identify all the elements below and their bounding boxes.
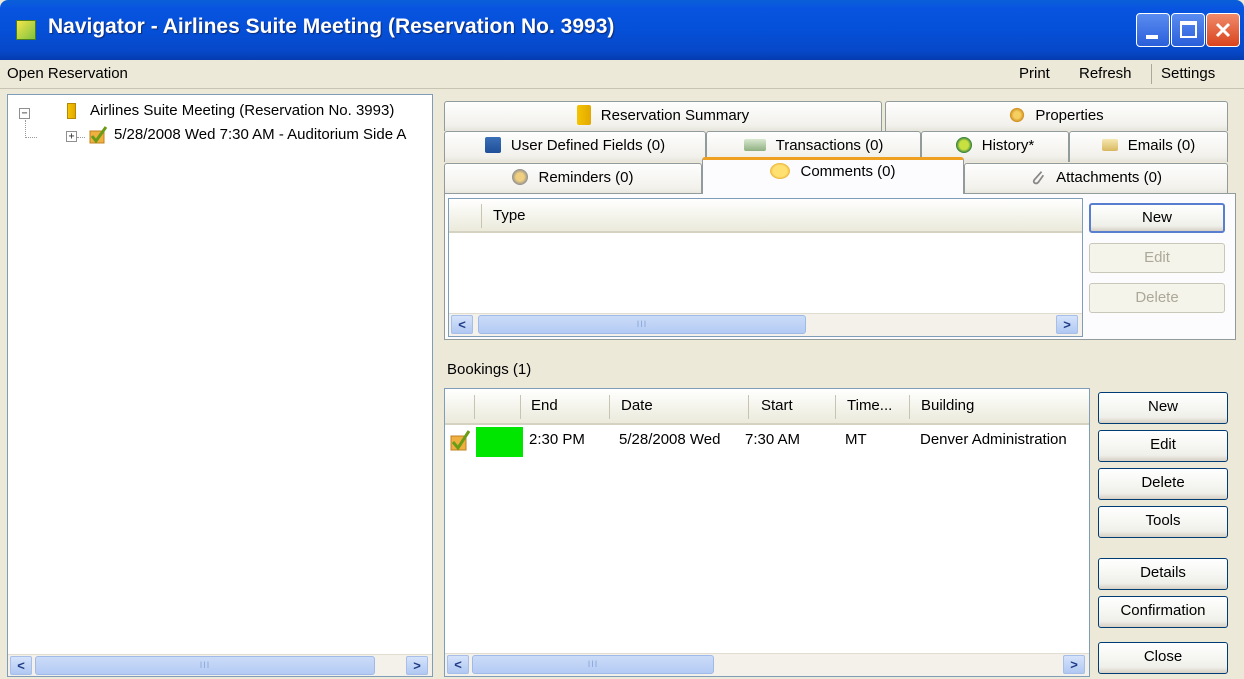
minimize-icon bbox=[1146, 35, 1158, 39]
maximize-button[interactable] bbox=[1171, 13, 1205, 47]
window-title: Navigator - Airlines Suite Meeting (Rese… bbox=[48, 15, 615, 38]
bookings-label: Bookings (1) bbox=[447, 361, 532, 378]
user-icon bbox=[484, 137, 501, 153]
status-color-swatch bbox=[476, 427, 523, 457]
scroll-right-arrow[interactable]: > bbox=[1056, 315, 1078, 334]
comment-delete-button[interactable]: Delete bbox=[1089, 283, 1225, 313]
scroll-right-arrow[interactable]: > bbox=[1063, 655, 1085, 674]
tab-label: Attachments (0) bbox=[1056, 169, 1162, 186]
tab-properties[interactable]: Properties bbox=[885, 101, 1228, 131]
tab-label: Comments (0) bbox=[800, 163, 896, 180]
column-header-building[interactable]: Building bbox=[921, 397, 974, 414]
tab-label: Reservation Summary bbox=[600, 107, 750, 124]
column-header-date[interactable]: Date bbox=[621, 397, 653, 414]
tab-comments[interactable]: Comments (0) bbox=[702, 157, 964, 194]
tree-booking-node[interactable]: 5/28/2008 Wed 7:30 AM - Auditorium Side … bbox=[114, 126, 432, 143]
scroll-thumb[interactable]: III bbox=[35, 656, 375, 675]
tab-reservation-summary[interactable]: Reservation Summary bbox=[444, 101, 882, 131]
menu-refresh[interactable]: Refresh bbox=[1079, 65, 1132, 82]
booking-details-button[interactable]: Details bbox=[1098, 558, 1228, 590]
maximize-icon bbox=[1180, 21, 1197, 38]
column-separator bbox=[474, 395, 475, 419]
folder-icon bbox=[576, 105, 591, 125]
column-header-start[interactable]: Start bbox=[761, 397, 793, 414]
gear-icon bbox=[1009, 107, 1026, 123]
booking-check-icon bbox=[89, 126, 108, 144]
booking-delete-button[interactable]: Delete bbox=[1098, 468, 1228, 500]
money-icon bbox=[743, 139, 766, 151]
close-window-button[interactable] bbox=[1206, 13, 1240, 47]
column-separator bbox=[520, 395, 521, 419]
column-separator bbox=[835, 395, 836, 419]
tab-label: User Defined Fields (0) bbox=[510, 137, 666, 154]
menu-print[interactable]: Print bbox=[1019, 65, 1050, 82]
comments-tab-panel: Type < III > New Edit Delete bbox=[444, 193, 1236, 340]
scroll-left-arrow[interactable]: < bbox=[451, 315, 473, 334]
cell-end: 2:30 PM bbox=[529, 431, 585, 448]
tab-label: Properties bbox=[1035, 107, 1104, 124]
column-header-timezone[interactable]: Time... bbox=[847, 397, 892, 414]
comment-new-button[interactable]: New bbox=[1089, 203, 1225, 233]
cell-date: 5/28/2008 Wed bbox=[619, 431, 721, 448]
tree-line bbox=[77, 137, 85, 138]
cell-start: 7:30 AM bbox=[745, 431, 801, 448]
tab-label: History* bbox=[981, 137, 1035, 154]
minimize-button[interactable] bbox=[1136, 13, 1170, 47]
table-row[interactable]: 2:30 PM 5/28/2008 Wed 7:30 AM MT Denver … bbox=[445, 427, 1089, 457]
booking-new-button[interactable]: New bbox=[1098, 392, 1228, 424]
column-separator bbox=[609, 395, 610, 419]
column-header-type[interactable]: Type bbox=[493, 207, 526, 224]
menu-settings[interactable]: Settings bbox=[1161, 65, 1215, 82]
tab-reminders[interactable]: Reminders (0) bbox=[444, 163, 702, 194]
close-icon bbox=[1215, 22, 1231, 38]
scroll-thumb[interactable]: III bbox=[472, 655, 714, 674]
history-icon bbox=[955, 137, 972, 153]
scroll-left-arrow[interactable]: < bbox=[447, 655, 469, 674]
reminder-icon bbox=[512, 169, 529, 185]
tree-horizontal-scrollbar[interactable]: < III > bbox=[8, 654, 432, 676]
scroll-left-arrow[interactable]: < bbox=[10, 656, 32, 675]
menu-separator bbox=[1151, 64, 1152, 84]
bookings-horizontal-scrollbar[interactable]: < III > bbox=[445, 653, 1089, 676]
collapse-toggle[interactable]: − bbox=[19, 108, 30, 119]
tree-root-node[interactable]: Airlines Suite Meeting (Reservation No. … bbox=[90, 102, 430, 119]
tab-attachments[interactable]: Attachments (0) bbox=[964, 163, 1228, 194]
tree-line bbox=[25, 137, 37, 138]
paperclip-icon bbox=[1032, 171, 1045, 185]
booking-check-icon bbox=[450, 430, 471, 451]
expand-toggle[interactable]: + bbox=[66, 131, 77, 142]
cell-building: Denver Administration bbox=[920, 431, 1067, 448]
booking-edit-button[interactable]: Edit bbox=[1098, 430, 1228, 462]
column-separator bbox=[909, 395, 910, 419]
comments-horizontal-scrollbar[interactable]: < III > bbox=[449, 313, 1082, 336]
tab-user-defined-fields[interactable]: User Defined Fields (0) bbox=[444, 131, 706, 162]
booking-tools-button[interactable]: Tools bbox=[1098, 506, 1228, 538]
app-icon bbox=[16, 20, 36, 40]
menu-bar bbox=[0, 60, 1244, 89]
scroll-thumb[interactable]: III bbox=[478, 315, 806, 334]
booking-confirmation-button[interactable]: Confirmation bbox=[1098, 596, 1228, 628]
tab-label: Emails (0) bbox=[1127, 137, 1196, 154]
tab-label: Reminders (0) bbox=[538, 169, 634, 186]
email-icon bbox=[1101, 139, 1118, 151]
comments-grid[interactable]: Type < III > bbox=[448, 198, 1083, 337]
folder-icon bbox=[67, 103, 76, 119]
tab-label: Transactions (0) bbox=[775, 137, 884, 154]
tree-line bbox=[25, 120, 26, 138]
comment-icon bbox=[770, 163, 791, 179]
bookings-grid-header: End Date Start Time... Building bbox=[445, 389, 1089, 425]
column-separator bbox=[748, 395, 749, 419]
reservation-tree[interactable]: − Airlines Suite Meeting (Reservation No… bbox=[7, 94, 433, 677]
tab-emails[interactable]: Emails (0) bbox=[1069, 131, 1228, 162]
scroll-right-arrow[interactable]: > bbox=[406, 656, 428, 675]
menu-open-reservation[interactable]: Open Reservation bbox=[7, 65, 128, 82]
column-separator bbox=[481, 204, 482, 228]
column-header-end[interactable]: End bbox=[531, 397, 558, 414]
comment-edit-button[interactable]: Edit bbox=[1089, 243, 1225, 273]
comments-grid-header: Type bbox=[449, 199, 1082, 233]
close-button[interactable]: Close bbox=[1098, 642, 1228, 674]
cell-timezone: MT bbox=[845, 431, 867, 448]
bookings-grid[interactable]: End Date Start Time... Building 2:30 PM … bbox=[444, 388, 1090, 677]
